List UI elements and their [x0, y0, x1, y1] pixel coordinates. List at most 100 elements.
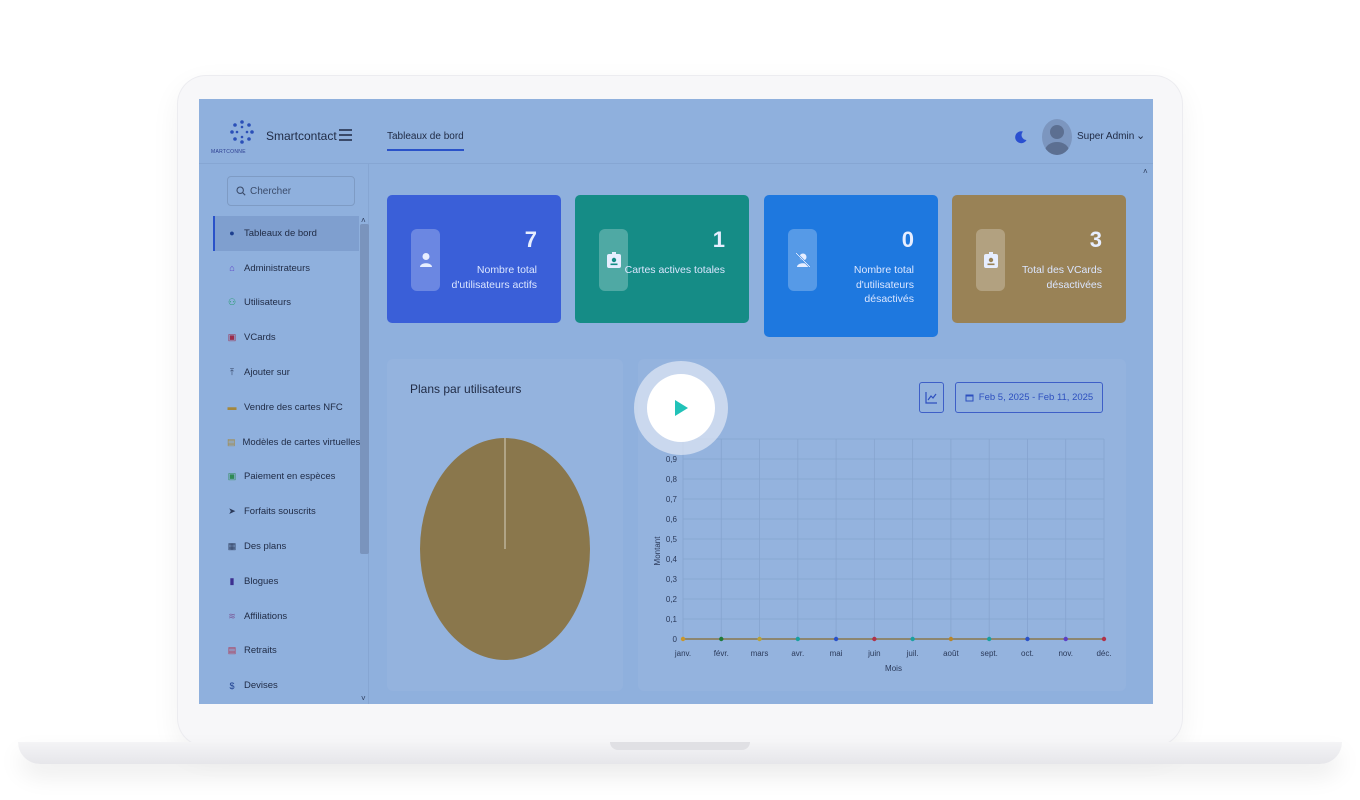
stat-label: Nombre total d'utilisateurs actifs	[451, 264, 537, 291]
sidebar-item-label: Tableaux de bord	[244, 227, 317, 239]
sidebar-item[interactable]: ▣ VCards	[213, 320, 359, 355]
sidebar-item-label: Utilisateurs	[244, 297, 291, 309]
stat-card-deactivated-vcards[interactable]: 3 Total des VCards désactivées	[952, 195, 1126, 323]
receipt-icon: ▤	[227, 645, 237, 656]
stat-card-active-users[interactable]: 7 Nombre total d'utilisateurs actifs	[387, 195, 561, 323]
sidebar-item[interactable]: ● Tableaux de bord	[213, 216, 359, 251]
sidebar-item-label: Blogues	[244, 575, 279, 587]
sidebar-item[interactable]: ▤ Modèles de cartes virtuelles	[213, 425, 361, 460]
sidebar-item-label: Paiement en espèces	[244, 471, 336, 483]
y-tick-label: 0,3	[666, 575, 678, 584]
search-input[interactable]: Chercher	[227, 176, 355, 206]
dashboard-icon: ●	[229, 228, 235, 239]
data-point[interactable]	[719, 636, 724, 642]
template-icon: ▤	[227, 436, 236, 447]
x-tick-label: févr.	[714, 649, 729, 658]
x-tick-label: avr.	[791, 649, 804, 658]
x-tick-label: mai	[830, 649, 843, 658]
book-icon: ▮	[229, 575, 235, 586]
data-point[interactable]	[757, 636, 762, 642]
y-tick-label: 0,5	[666, 535, 678, 544]
admin-icon: ⌂	[229, 263, 235, 274]
stat-label: Nombre total d'utilisateurs désactivés	[853, 264, 914, 305]
sidebar-item[interactable]: ≋ Affiliations	[213, 599, 359, 634]
logo-text: MARTCONNE	[211, 149, 246, 155]
logo-icon	[230, 120, 254, 144]
y-tick-label: 0	[673, 635, 678, 644]
sidebar-item-label: Administrateurs	[244, 262, 310, 274]
stat-label: Cartes actives totales	[624, 264, 725, 276]
sidebar-item[interactable]: ▬ Vendre des cartes NFC	[213, 390, 359, 425]
data-point[interactable]	[1101, 636, 1107, 642]
tab-dashboard[interactable]: Tableaux de bord	[387, 131, 464, 151]
x-tick-label: sept.	[981, 649, 998, 658]
stat-card-deactivated-users[interactable]: 0 Nombre total d'utilisateurs désactivés	[764, 195, 938, 337]
data-point[interactable]	[872, 636, 877, 642]
stat-card-active-cards[interactable]: 1 Cartes actives totales	[575, 195, 749, 323]
stat-label: Total des VCards désactivées	[1022, 264, 1102, 291]
data-point[interactable]	[986, 636, 992, 642]
sidebar-item[interactable]: ▤ Retraits	[213, 634, 359, 669]
sidebar-item[interactable]: $ Devises	[213, 668, 359, 703]
x-tick-label: oct.	[1021, 649, 1034, 658]
sidebar-item[interactable]: ▣ Paiement en espèces	[213, 460, 359, 495]
dark-mode-moon-icon[interactable]	[1014, 130, 1028, 144]
y-tick-label: 0,4	[666, 555, 678, 564]
sidebar-nav: ● Tableaux de bord ⌂ Administrateurs ⚇ Utilis…	[213, 216, 361, 703]
sidebar-item-label: Vendre des cartes NFC	[244, 401, 343, 413]
x-tick-label: juin	[867, 649, 880, 658]
sidebar-item[interactable]: ⌂ Administrateurs	[213, 251, 359, 286]
data-point[interactable]	[1025, 636, 1030, 642]
sidebar-item[interactable]: ➤ Forfaits souscrits	[213, 494, 359, 529]
dollar-icon: $	[229, 680, 235, 691]
users-icon: ⚇	[227, 297, 237, 308]
pie-chart	[419, 437, 591, 666]
video-play-button[interactable]	[634, 361, 728, 455]
search-icon	[236, 186, 246, 196]
stat-value: 7	[524, 227, 537, 252]
x-tick-label: nov.	[1058, 649, 1073, 658]
send-icon: ➤	[228, 506, 236, 517]
sidebar-item-label: Affiliations	[244, 610, 288, 622]
data-point[interactable]	[680, 636, 686, 642]
sidebar-item[interactable]: ⤒ Ajouter sur	[213, 355, 359, 390]
menu-toggle-icon[interactable]	[339, 129, 352, 141]
main-scroll-up-icon[interactable]: ˄	[1143, 167, 1148, 176]
nfc-card-icon: ▬	[227, 402, 237, 413]
y-tick-label: 0,8	[666, 475, 678, 484]
data-point[interactable]	[948, 636, 954, 642]
chevron-down-icon[interactable]: ⌄	[1136, 129, 1145, 142]
user-name[interactable]: Super Admin	[1077, 131, 1134, 142]
stat-value: 0	[901, 227, 914, 252]
upload-icon: ⤒	[230, 367, 234, 378]
sidebar-item[interactable]: ▮ Blogues	[213, 564, 359, 599]
x-tick-label: janv.	[674, 649, 691, 658]
data-point[interactable]	[910, 636, 915, 642]
sidebar-item-label: Modèles de cartes virtuelles	[242, 436, 361, 448]
sidebar-item[interactable]: ▦ Des plans	[213, 529, 359, 564]
data-point[interactable]	[1063, 636, 1068, 642]
y-tick-label: 0,7	[666, 495, 678, 504]
y-tick-label: 0,6	[666, 515, 678, 524]
data-point[interactable]	[833, 636, 839, 642]
sidebar-item-label: Ajouter sur	[244, 367, 290, 379]
scroll-down-icon[interactable]: ˅	[361, 694, 366, 703]
y-axis-label: Montant	[653, 536, 662, 566]
plans-pie-panel: Plans par utilisateurs	[387, 359, 623, 691]
brand-name: Smartcontact	[266, 129, 337, 143]
play-icon	[675, 400, 688, 416]
data-point[interactable]	[795, 636, 801, 642]
pie-chart-title: Plans par utilisateurs	[410, 382, 522, 396]
x-tick-label: août	[943, 649, 959, 658]
sidebar-item-label: Retraits	[244, 645, 277, 657]
app-screen: MARTCONNE Smartcontact Tableaux de bord …	[199, 99, 1153, 704]
x-tick-label: juil.	[906, 649, 919, 658]
y-tick-label: 0,1	[666, 615, 678, 624]
sidebar-scrollbar[interactable]	[360, 224, 369, 554]
sidebar-item[interactable]: ⚇ Utilisateurs	[213, 286, 359, 321]
top-bar: MARTCONNE Smartcontact Tableaux de bord …	[199, 99, 1153, 164]
x-axis-label: Mois	[885, 664, 902, 673]
avatar[interactable]	[1042, 119, 1072, 155]
vcard-icon: ▣	[227, 332, 237, 343]
sidebar-item-label: Devises	[244, 680, 278, 692]
